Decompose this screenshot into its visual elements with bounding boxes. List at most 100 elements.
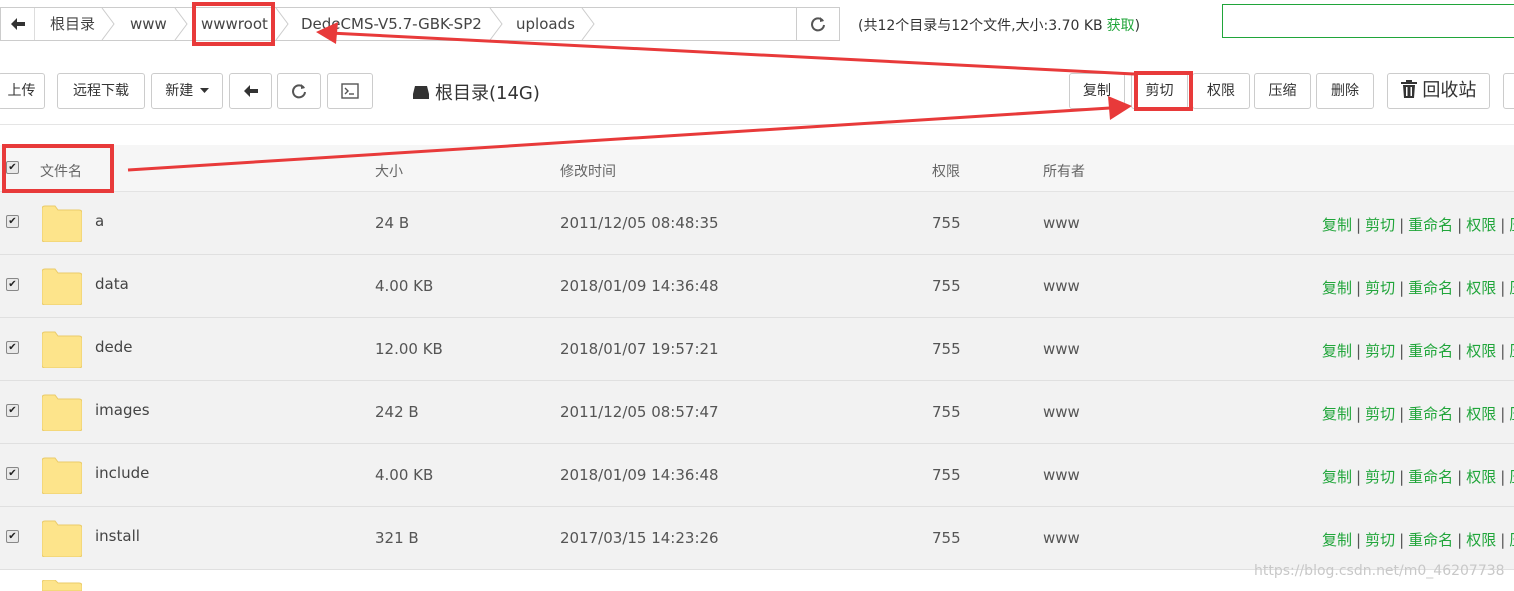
more-button[interactable] — [1503, 73, 1514, 109]
highlight-cut — [1134, 71, 1193, 111]
back-button[interactable] — [229, 73, 272, 109]
separator: | — [1356, 342, 1362, 360]
file-name-link[interactable]: a — [95, 212, 104, 230]
summary-text: (共12个目录与12个文件,大小:3.70 KB — [858, 18, 1103, 34]
file-size: 24 B — [375, 214, 410, 232]
file-permission: 755 — [932, 529, 961, 547]
remote-download-button[interactable]: 远程下载 — [57, 73, 145, 109]
header-permission[interactable]: 权限 — [932, 161, 960, 181]
row-actions: 复制|剪切|重命名|权限|压 — [1322, 340, 1514, 361]
separator: | — [1356, 279, 1362, 297]
back-arrow-icon[interactable] — [1, 8, 35, 40]
row-compress-link[interactable]: 压 — [1509, 216, 1514, 234]
breadcrumb-item-www[interactable]: www — [130, 8, 167, 40]
row-compress-link[interactable]: 压 — [1509, 342, 1514, 360]
file-owner: www — [1043, 403, 1080, 421]
row-checkbox[interactable]: ✔ — [6, 467, 19, 480]
row-rename-link[interactable]: 重命名 — [1408, 405, 1453, 423]
row-copy-link[interactable]: 复制 — [1322, 342, 1352, 360]
row-rename-link[interactable]: 重命名 — [1408, 279, 1453, 297]
row-checkbox[interactable]: ✔ — [6, 404, 19, 417]
row-checkbox[interactable]: ✔ — [6, 278, 19, 291]
folder-icon — [42, 331, 82, 368]
breadcrumb: 根目录 www wwwroot DedeCMS-V5.7-GBK-SP2 upl… — [0, 7, 840, 41]
copy-button[interactable]: 复制 — [1069, 73, 1125, 109]
row-copy-link[interactable]: 复制 — [1322, 468, 1352, 486]
file-permission: 755 — [932, 277, 961, 295]
breadcrumb-separator — [581, 8, 595, 40]
header-mtime[interactable]: 修改时间 — [560, 161, 616, 181]
row-permission-link[interactable]: 权限 — [1466, 468, 1496, 486]
row-cut-link[interactable]: 剪切 — [1365, 468, 1395, 486]
row-cut-link[interactable]: 剪切 — [1365, 342, 1395, 360]
file-mtime: 2018/01/09 14:36:48 — [560, 466, 719, 484]
row-permission-link[interactable]: 权限 — [1466, 405, 1496, 423]
header-owner[interactable]: 所有者 — [1043, 161, 1085, 181]
delete-button[interactable]: 删除 — [1316, 73, 1374, 109]
row-copy-link[interactable]: 复制 — [1322, 531, 1352, 549]
compress-button[interactable]: 压缩 — [1254, 73, 1311, 109]
breadcrumb-separator — [101, 8, 115, 40]
row-rename-link[interactable]: 重命名 — [1408, 468, 1453, 486]
header-size[interactable]: 大小 — [375, 161, 403, 181]
row-cut-link[interactable]: 剪切 — [1365, 405, 1395, 423]
row-compress-link[interactable]: 压 — [1509, 531, 1514, 549]
row-checkbox[interactable]: ✔ — [6, 215, 19, 228]
recycle-bin-button[interactable]: 回收站 — [1387, 73, 1490, 109]
row-compress-link[interactable]: 压 — [1509, 279, 1514, 297]
table-row[interactable]: ✔ install 321 B 2017/03/15 14:23:26 755 www 复制… — [0, 507, 1514, 570]
terminal-button[interactable] — [327, 73, 373, 109]
row-cut-link[interactable]: 剪切 — [1365, 279, 1395, 297]
file-mtime: 2011/12/05 08:48:35 — [560, 214, 719, 232]
disk-indicator[interactable]: 根目录(14G) — [412, 79, 540, 105]
back-arrow-icon — [243, 85, 258, 97]
row-permission-link[interactable]: 权限 — [1466, 216, 1496, 234]
file-mtime: 2017/03/15 14:23:26 — [560, 529, 719, 547]
watermark: https://blog.csdn.net/m0_46207738 — [1254, 563, 1505, 579]
row-copy-link[interactable]: 复制 — [1322, 279, 1352, 297]
separator: | — [1500, 342, 1506, 360]
refresh-icon[interactable] — [796, 8, 839, 40]
separator: | — [1500, 405, 1506, 423]
row-compress-link[interactable]: 压 — [1509, 468, 1514, 486]
row-rename-link[interactable]: 重命名 — [1408, 531, 1453, 549]
row-cut-link[interactable]: 剪切 — [1365, 531, 1395, 549]
breadcrumb-item-root[interactable]: 根目录 — [50, 8, 95, 40]
search-input[interactable] — [1222, 4, 1514, 38]
file-name-link[interactable]: install — [95, 527, 140, 545]
new-dropdown-button[interactable]: 新建 — [151, 73, 223, 109]
separator: | — [1457, 279, 1463, 297]
table-row[interactable]: ✔ images 242 B 2011/12/05 08:57:47 755 www 复制 |… — [0, 381, 1514, 444]
row-permission-link[interactable]: 权限 — [1466, 279, 1496, 297]
table-row[interactable]: ✔ include 4.00 KB 2018/01/09 14:36:48 755 www… — [0, 444, 1514, 507]
separator: | — [1356, 531, 1362, 549]
row-copy-link[interactable]: 复制 — [1322, 216, 1352, 234]
breadcrumb-item-uploads[interactable]: uploads — [516, 8, 575, 40]
row-checkbox[interactable]: ✔ — [6, 530, 19, 543]
file-owner: www — [1043, 529, 1080, 547]
row-checkbox[interactable]: ✔ — [6, 341, 19, 354]
row-cut-link[interactable]: 剪切 — [1365, 216, 1395, 234]
row-copy-link[interactable]: 复制 — [1322, 405, 1352, 423]
get-size-link[interactable]: 获取 — [1107, 18, 1135, 34]
row-rename-link[interactable]: 重命名 — [1408, 342, 1453, 360]
refresh-button[interactable] — [277, 73, 321, 109]
separator: | — [1399, 216, 1405, 234]
row-permission-link[interactable]: 权限 — [1466, 531, 1496, 549]
table-row[interactable]: ✔ dede 12.00 KB 2018/01/07 19:57:21 755 www 复制… — [0, 318, 1514, 381]
upload-button[interactable]: 上传 — [0, 73, 45, 109]
breadcrumb-item-dedecms[interactable]: DedeCMS-V5.7-GBK-SP2 — [301, 8, 482, 40]
file-name-link[interactable]: data — [95, 275, 129, 293]
file-name-link[interactable]: include — [95, 464, 149, 482]
table-row[interactable]: ✔ a 24 B 2011/12/05 08:48:35 755 www 复制 | 剪切 | 重命名… — [0, 192, 1514, 255]
folder-icon — [42, 394, 82, 431]
row-rename-link[interactable]: 重命名 — [1408, 216, 1453, 234]
trash-icon — [1400, 80, 1417, 98]
file-name-link[interactable]: dede — [95, 338, 133, 356]
permission-button[interactable]: 权限 — [1192, 73, 1250, 109]
table-row[interactable]: ✔ data 4.00 KB 2018/01/09 14:36:48 755 www 复制 |… — [0, 255, 1514, 318]
row-permission-link[interactable]: 权限 — [1466, 342, 1496, 360]
file-name-link[interactable]: images — [95, 401, 150, 419]
row-compress-link[interactable]: 压 — [1509, 405, 1514, 423]
file-size: 321 B — [375, 529, 419, 547]
